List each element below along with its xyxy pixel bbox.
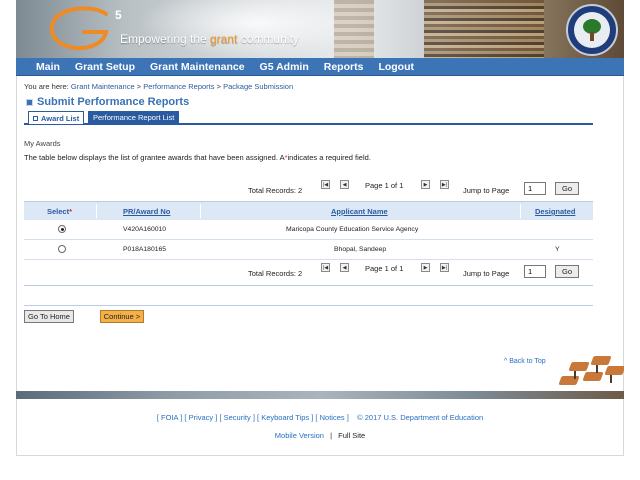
applicant-cell: Bhopal, Sandeep (334, 246, 387, 253)
section-label: My Awards (24, 139, 61, 148)
divider (24, 305, 593, 306)
nav-logout[interactable]: Logout (378, 61, 414, 73)
header-banner: 5 Empowering the grant community (16, 0, 624, 58)
tab-bar: Award List Performance Report List (24, 111, 593, 125)
tagline: Empowering the grant community (120, 32, 299, 46)
nav-g5-admin[interactable]: G5 Admin (260, 61, 309, 73)
page-info: Page 1 of 1 (365, 181, 404, 190)
nav-reports[interactable]: Reports (324, 61, 364, 73)
department-of-education-seal-icon (566, 4, 618, 56)
go-button[interactable]: Go (555, 182, 579, 195)
main-nav: Main Grant Setup Grant Maintenance G5 Ad… (16, 58, 624, 76)
g5-logo-icon (49, 6, 109, 51)
prev-page-icon[interactable]: ◀ (340, 263, 349, 272)
pr-award-cell: P018A180165 (123, 246, 167, 253)
footer-security-link[interactable]: Security (224, 413, 251, 422)
logo-superscript: 5 (115, 8, 122, 22)
footer-privacy-link[interactable]: Privacy (189, 413, 214, 422)
copyright-text: © 2017 U.S. Department of Education (357, 413, 484, 422)
library-shelves-image (334, 0, 374, 58)
pager-bottom: Total Records: 2 |◀ ◀ Page 1 of 1 ▶ ▶| J… (24, 263, 593, 281)
footer-version: Mobile Version | Full Site (274, 431, 366, 440)
total-records: Total Records: 2 (248, 269, 303, 278)
table-row: V420A160010 Maricopa County Education Se… (24, 220, 593, 240)
header-designated[interactable]: Designated (535, 207, 575, 216)
tab-doc-icon (33, 115, 38, 121)
nav-grant-maintenance[interactable]: Grant Maintenance (150, 61, 245, 73)
header-pr-award-no[interactable]: PR/Award No (123, 207, 170, 216)
full-site-text: Full Site (338, 431, 366, 440)
footer-links: [ FOIA ] [ Privacy ] [ Security ] [ Keyb… (156, 413, 484, 422)
mobile-version-link[interactable]: Mobile Version (275, 431, 324, 440)
page-title: Submit Performance Reports (26, 96, 189, 108)
footer-foia-link[interactable]: FOIA (161, 413, 178, 422)
breadcrumb-performance-reports[interactable]: Performance Reports (143, 82, 214, 91)
pager-top: Total Records: 2 |◀ ◀ Page 1 of 1 ▶ ▶| J… (24, 180, 593, 198)
header-applicant-name[interactable]: Applicant Name (331, 207, 388, 216)
row-select-radio[interactable] (58, 225, 66, 233)
nav-main[interactable]: Main (36, 61, 60, 73)
go-to-home-button[interactable]: Go To Home (24, 310, 74, 323)
library-shelves-image (424, 0, 544, 58)
footer-keyboard-tips-link[interactable]: Keyboard Tips (261, 413, 309, 422)
awards-table: Select* PR/Award No Applicant Name Desig… (24, 201, 593, 260)
breadcrumb: You are here: Grant Maintenance > Perfor… (24, 82, 294, 91)
first-page-icon[interactable]: |◀ (321, 263, 330, 272)
tab-performance-report-list[interactable]: Performance Report List (88, 111, 180, 124)
next-page-icon[interactable]: ▶ (421, 263, 430, 272)
classroom-chairs-image (552, 352, 624, 392)
breadcrumb-grant-maintenance[interactable]: Grant Maintenance (71, 82, 135, 91)
header-select: Select* (47, 207, 73, 216)
footer-band-image (16, 391, 624, 399)
tab-award-list[interactable]: Award List (28, 111, 85, 124)
description-text: The table below displays the list of gra… (24, 153, 371, 162)
last-page-icon[interactable]: ▶| (440, 263, 449, 272)
table-header: Select* PR/Award No Applicant Name Desig… (24, 202, 593, 220)
back-to-top-link[interactable]: ^ Back to Top (504, 358, 546, 365)
footer-notices-link[interactable]: Notices (320, 413, 345, 422)
row-select-radio[interactable] (58, 245, 66, 253)
total-records: Total Records: 2 (248, 186, 303, 195)
nav-grant-setup[interactable]: Grant Setup (75, 61, 135, 73)
designated-cell: Y (555, 246, 560, 253)
go-button[interactable]: Go (555, 265, 579, 278)
page-info: Page 1 of 1 (365, 264, 404, 273)
title-bullet-icon (26, 98, 33, 106)
next-page-icon[interactable]: ▶ (421, 180, 430, 189)
prev-page-icon[interactable]: ◀ (340, 180, 349, 189)
pr-award-cell: V420A160010 (123, 226, 167, 233)
divider (24, 285, 593, 286)
last-page-icon[interactable]: ▶| (440, 180, 449, 189)
jump-label: Jump to Page (463, 186, 510, 195)
jump-label: Jump to Page (463, 269, 510, 278)
first-page-icon[interactable]: |◀ (321, 180, 330, 189)
applicant-cell: Maricopa County Education Service Agency (286, 226, 419, 233)
breadcrumb-package-submission[interactable]: Package Submission (223, 82, 293, 91)
jump-page-input[interactable] (524, 182, 546, 195)
table-row: P018A180165 Bhopal, Sandeep Y (24, 240, 593, 260)
jump-page-input[interactable] (524, 265, 546, 278)
continue-button[interactable]: Continue > (100, 310, 144, 323)
